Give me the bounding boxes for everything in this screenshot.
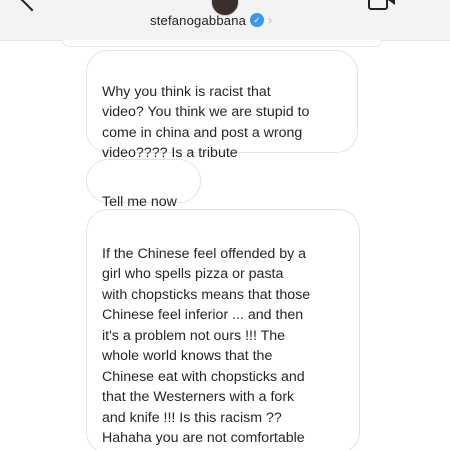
chevron-right-icon: › (268, 13, 273, 27)
username[interactable]: stefanogabbana (150, 13, 246, 28)
message-bubble[interactable]: Why you think is racist that video? You … (86, 50, 358, 161)
message-bubble[interactable]: Tell me now (86, 159, 201, 210)
thread-header: stefanogabbana ✓ › (0, 0, 450, 41)
message-bubble[interactable]: If the Chinese feel offended by a girl w… (86, 209, 360, 450)
message-text: Why you think is racist that video? You … (102, 83, 310, 162)
direct-message-thread: stefanogabbana ✓ › Why you think is raci… (0, 0, 450, 450)
message-text: Tell me now (102, 193, 177, 210)
previous-message-bubble (62, 40, 382, 47)
video-call-icon[interactable] (368, 0, 395, 10)
message-text: If the Chinese feel offended by a girl w… (102, 245, 311, 447)
verified-badge-icon: ✓ (250, 13, 265, 27)
chevron-left-icon[interactable] (20, 0, 44, 12)
profile-link[interactable]: stefanogabbana ✓ › (150, 10, 272, 30)
